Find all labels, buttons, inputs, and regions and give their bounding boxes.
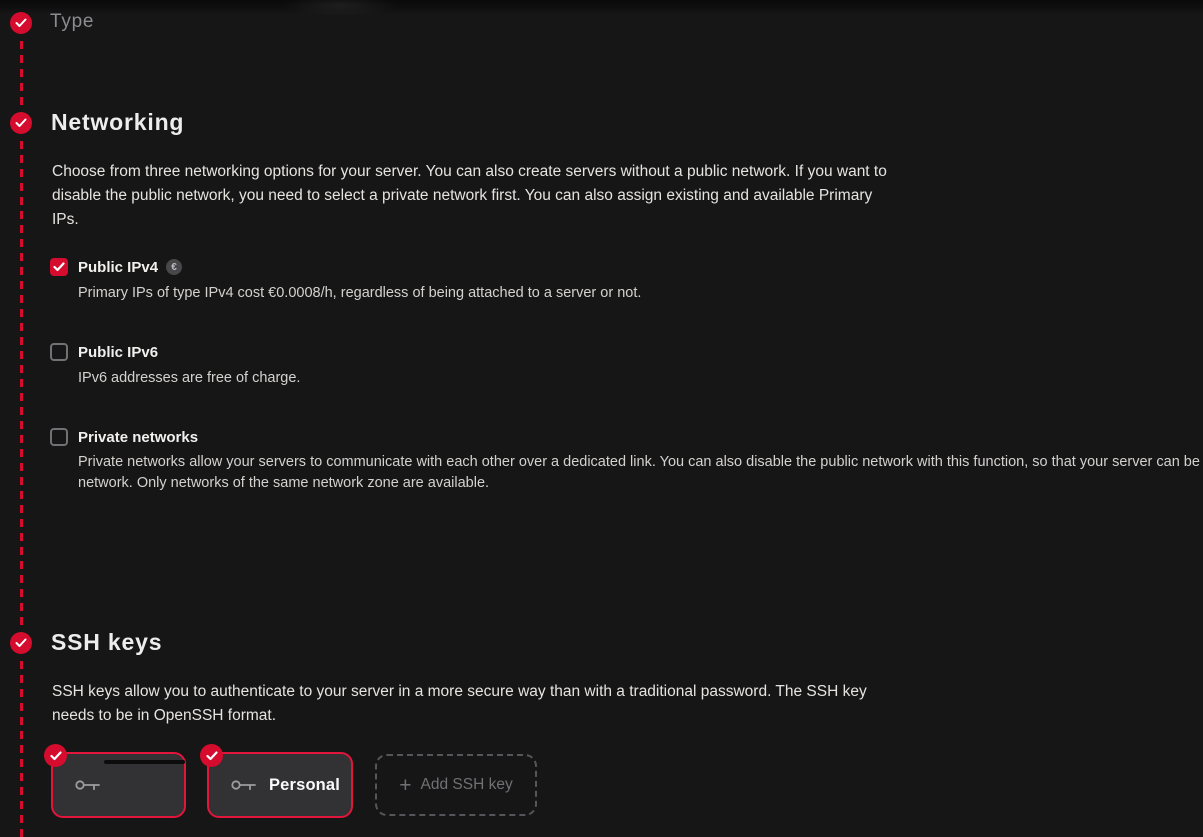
ssh-key-name: Personal (269, 775, 341, 794)
ssh-key-card-1[interactable] (44, 744, 186, 818)
ssh-key-card-2[interactable]: Personal (200, 744, 353, 818)
step-type-check-icon (10, 12, 32, 34)
add-ssh-key-button[interactable]: + Add SSH key (375, 754, 537, 816)
public-ipv6-checkbox[interactable] (50, 343, 68, 361)
private-networks-label: Private networks (78, 428, 199, 446)
euro-cost-icon: € (166, 259, 183, 275)
private-networks-description-line2: network. Only networks of the same netwo… (78, 475, 490, 491)
plus-icon: + (399, 773, 412, 797)
section-title-networking: Networking (51, 109, 185, 135)
stepper-connector (20, 41, 23, 105)
server-create-page: { "page": { "background": "#161617", "ac… (0, 0, 1203, 837)
public-ipv4-row: Public IPv4 € (78, 258, 183, 276)
private-networks-row: Private networks (78, 428, 198, 446)
ssh-key-icon (75, 780, 100, 791)
top-glow-artifact (280, 0, 400, 16)
selected-check-icon (200, 744, 223, 767)
section-title-ssh-keys: SSH keys (51, 629, 163, 655)
stepper-connector (20, 141, 23, 625)
ssh-description: SSH keys allow you to authenticate to yo… (52, 683, 867, 724)
public-ipv6-description: IPv6 addresses are free of charge. (78, 370, 301, 386)
public-ipv4-label: Public IPv4 (78, 258, 159, 276)
networking-description: Choose from three networking options for… (52, 163, 887, 228)
section-title-type[interactable]: Type (50, 11, 94, 33)
step-ssh-check-icon (10, 632, 32, 654)
step-networking-check-icon (10, 112, 32, 134)
public-ipv4-description: Primary IPs of type IPv4 cost €0.0008/h,… (78, 285, 642, 301)
private-networks-checkbox[interactable] (50, 428, 68, 446)
stepper-connector (20, 661, 23, 837)
selected-check-icon (44, 744, 67, 767)
redacted-key-name (104, 760, 185, 764)
ssh-key-icon (231, 780, 256, 791)
private-networks-description-line1: Private networks allow your servers to c… (78, 454, 1200, 470)
add-ssh-key-label: Add SSH key (420, 776, 513, 793)
public-ipv6-row: Public IPv6 (78, 343, 158, 361)
top-edge-shadow (0, 0, 1203, 14)
public-ipv4-checkbox[interactable] (50, 258, 68, 276)
public-ipv6-label: Public IPv6 (78, 343, 159, 361)
